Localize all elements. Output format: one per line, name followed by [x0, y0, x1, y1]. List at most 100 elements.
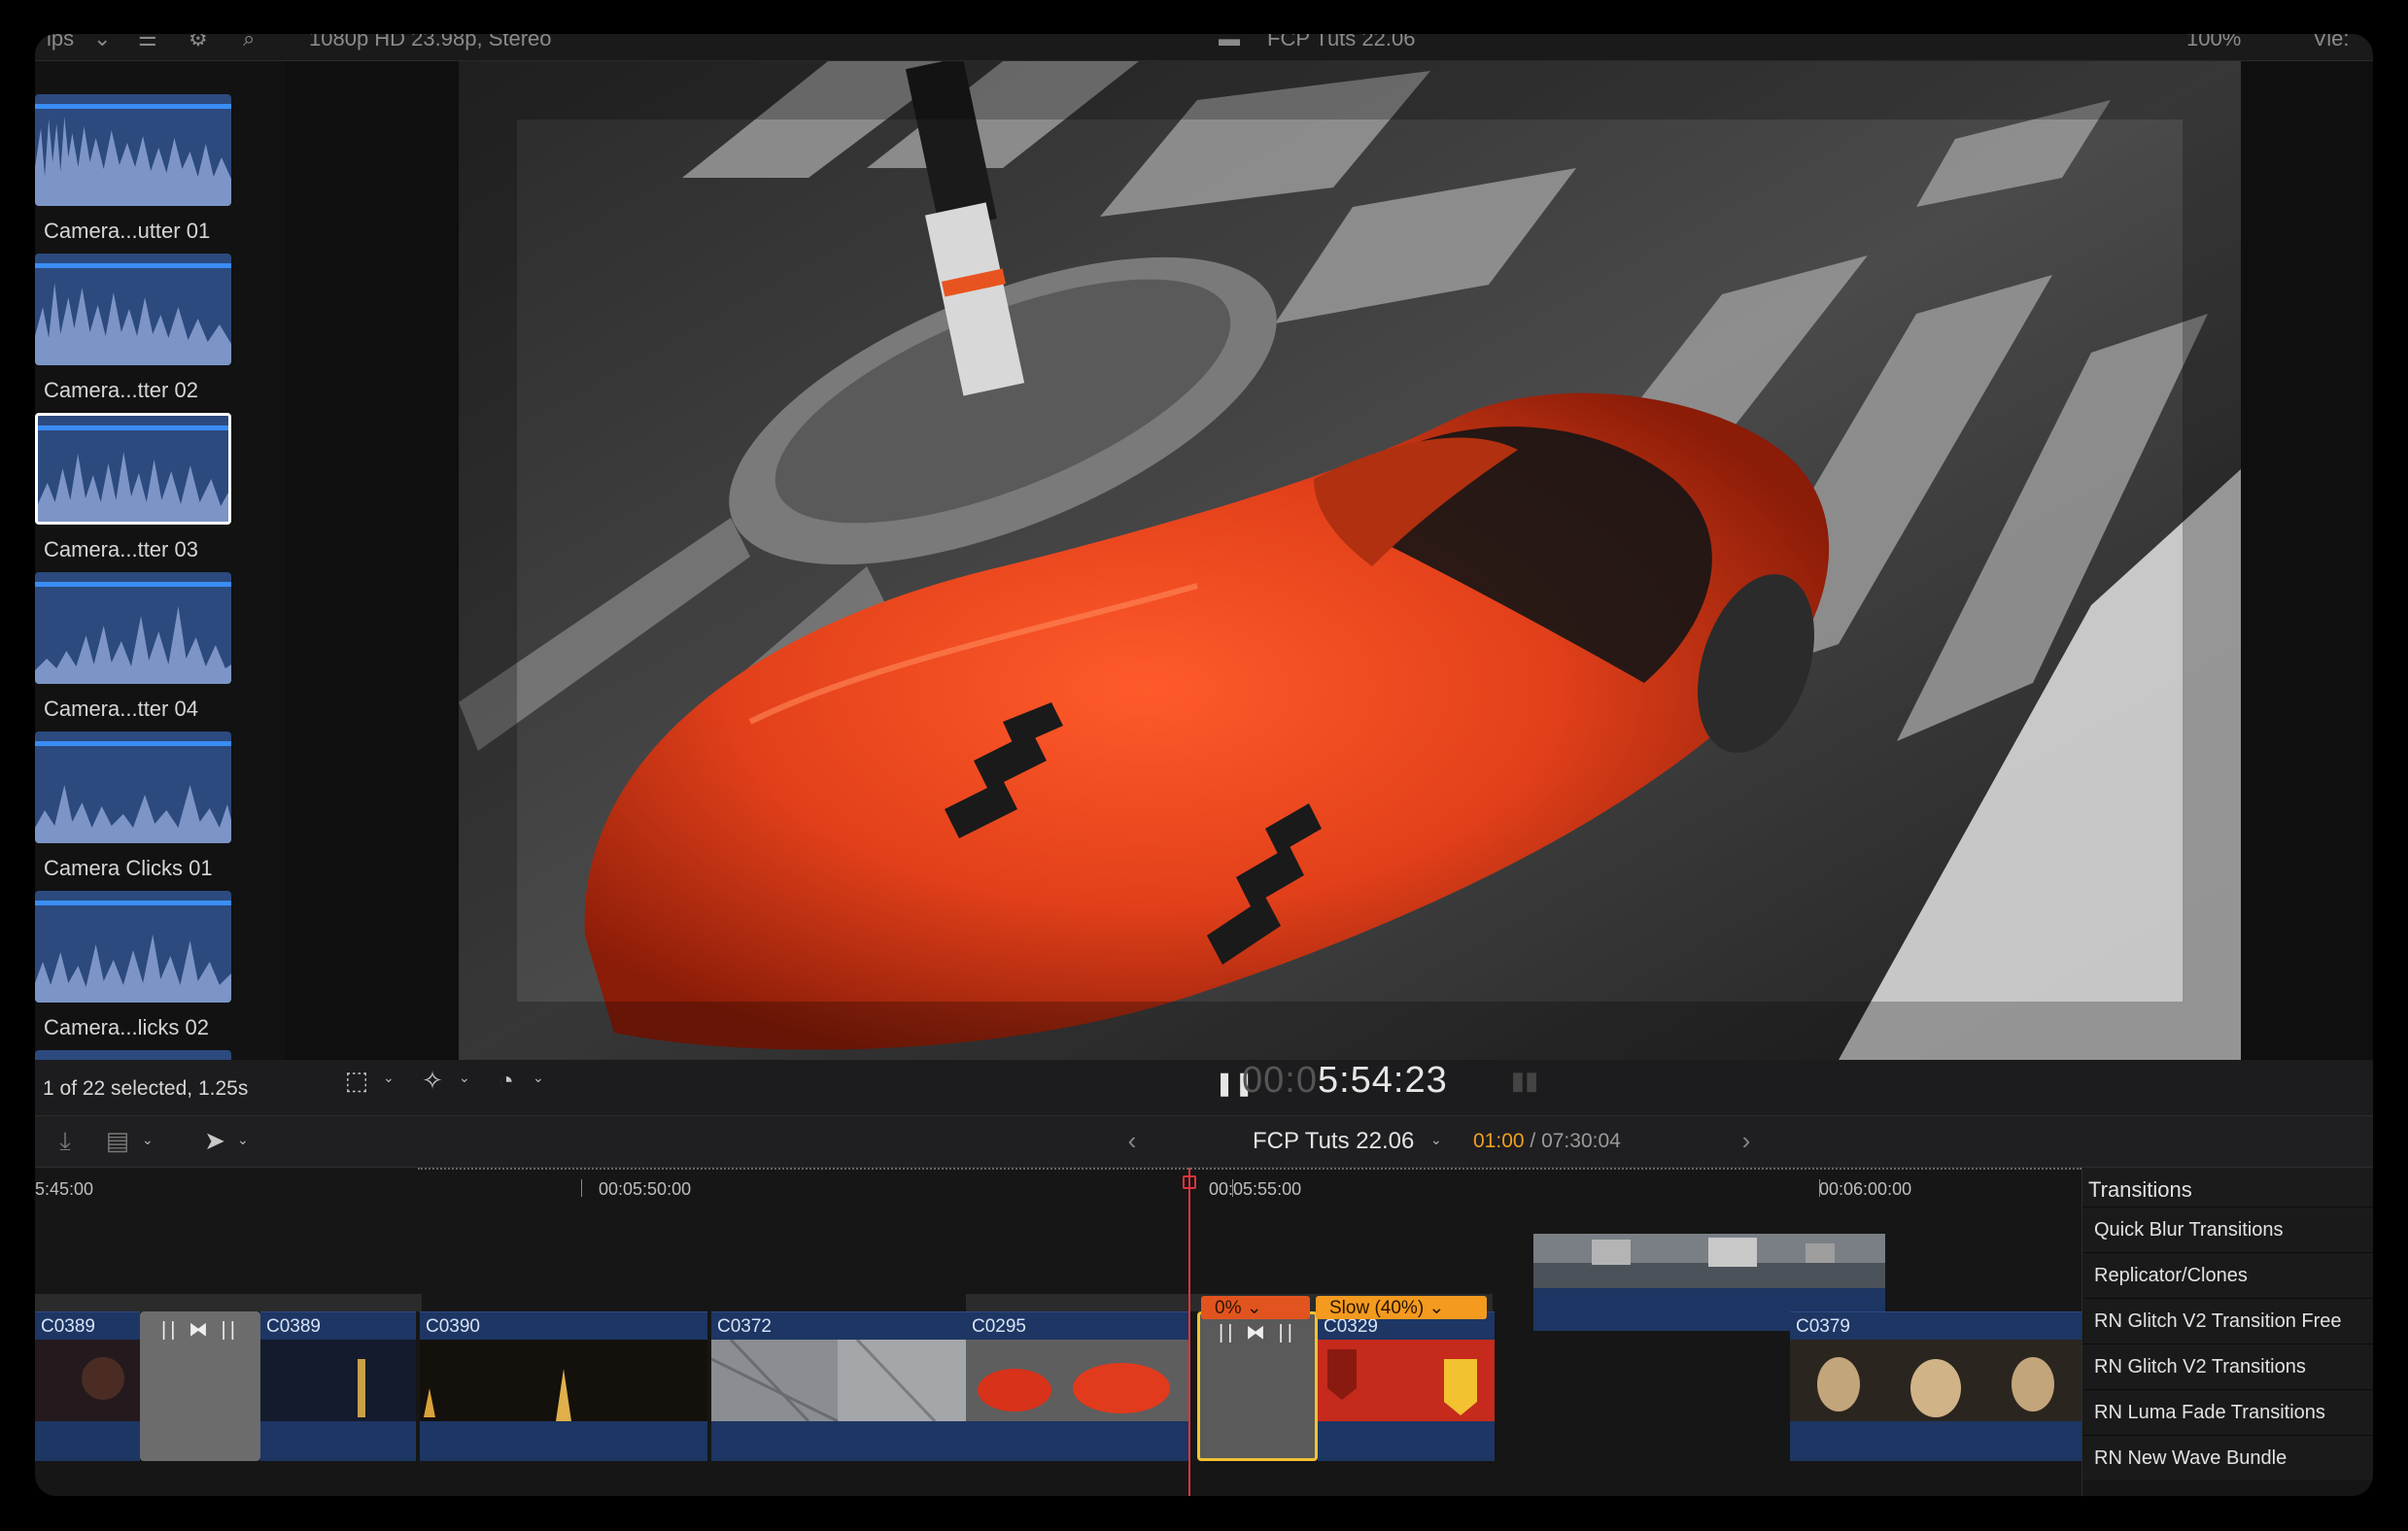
playhead[interactable] — [1188, 1168, 1190, 1496]
clip-filmstrip — [966, 1340, 1189, 1421]
timeline-clip[interactable]: C0329 — [1318, 1311, 1495, 1461]
magic-wand-icon[interactable]: ✧ — [416, 1066, 449, 1095]
current-time: 01:00 — [1473, 1130, 1525, 1152]
viewer-project-title: FCP Tuts 22.06 — [1267, 34, 1416, 51]
clip-name: C0372 — [717, 1316, 772, 1337]
timecode-display: 00:05:54:23 — [1242, 1060, 1448, 1102]
chevron-down-icon[interactable]: ⌄ — [237, 1132, 253, 1151]
clip-filmstrip — [711, 1340, 966, 1421]
transition[interactable]: || ⧓ || — [140, 1311, 260, 1461]
transform-icon[interactable]: ⬚ — [340, 1066, 373, 1095]
audio-waveform-thumbnail — [35, 891, 231, 1003]
chevron-down-icon[interactable]: ⌄ — [1430, 1132, 1446, 1151]
clip-label: Camera...licks 02 — [44, 1015, 209, 1039]
audio-waveform-thumbnail — [35, 94, 231, 206]
timeline[interactable]: 5:45:00 00:05:50:00 00:05:55:00 00:06:00… — [35, 1168, 2081, 1496]
back-arrow-icon[interactable]: ‹ — [1116, 1126, 1149, 1155]
viewer — [286, 61, 2373, 1060]
clip-filmstrip — [260, 1340, 416, 1421]
timeline-duration: 01:00 / 07:30:04 — [1473, 1130, 1621, 1153]
list-view-icon[interactable]: ☰ — [138, 34, 157, 51]
app-window: ips ⌄ ☰ ⚙ ⌕ 1080p HD 23.98p, Stereo ▬ FC… — [35, 34, 2373, 1496]
top-toolbar: ips ⌄ ☰ ⚙ ⌕ 1080p HD 23.98p, Stereo ▬ FC… — [35, 34, 2373, 61]
select-tool-icon[interactable]: ➤ — [198, 1126, 231, 1155]
transition-category[interactable]: RN Luma Fade Transitions — [2082, 1389, 2373, 1435]
ruler-label: 00:05:55:00 — [1209, 1179, 1302, 1199]
transition-icon: || ⧓ || — [1219, 1322, 1296, 1344]
chevron-down-icon[interactable]: ⌄ — [459, 1070, 474, 1089]
clip-filmstrip — [420, 1340, 707, 1421]
chevron-down-icon: ⌄ — [93, 34, 112, 51]
clip-label: Camera Clicks 01 — [44, 856, 213, 880]
audio-meter-icon[interactable]: ▮▮ — [1508, 1066, 1541, 1095]
speedometer-icon[interactable]: ◔ — [490, 1066, 523, 1095]
zoom-menu[interactable]: 100% — [2186, 34, 2241, 51]
timecode-prefix: 00:0 — [1242, 1060, 1318, 1101]
storyline-bar — [35, 1294, 422, 1311]
selection-status: 1 of 22 selected, 1.25s — [43, 1077, 249, 1100]
transition-category[interactable]: Replicator/Clones — [2082, 1252, 2373, 1298]
clip-label: Camera...tter 04 — [44, 697, 198, 721]
transition-category[interactable]: Quick Blur Transitions — [2082, 1207, 2373, 1252]
view-menu[interactable]: Vie: — [2313, 34, 2350, 51]
browser-menu[interactable]: ips — [47, 34, 74, 51]
ruler-tick — [581, 1179, 582, 1197]
browser-panel: Camera...utter 01 Camera...tter 02 Camer… — [35, 61, 286, 1060]
clip-name: C0389 — [41, 1316, 95, 1337]
playhead-handle[interactable] — [1183, 1175, 1196, 1189]
ruler-label: 00:05:50:00 — [599, 1179, 692, 1199]
transition-category[interactable]: RN New Wave Bundle — [2082, 1435, 2373, 1480]
clip-filmstrip — [1790, 1340, 2081, 1421]
timecode-value: 5:54:23 — [1317, 1060, 1448, 1101]
settings-icon[interactable]: ⚙ — [189, 34, 208, 51]
audio-waveform-thumbnail — [35, 731, 231, 843]
timeline-clip[interactable]: C0379 — [1790, 1311, 2081, 1461]
search-icon[interactable]: ⌕ — [243, 34, 255, 51]
film-icon: ▬ — [1219, 34, 1240, 51]
timeline-clip[interactable]: C0389 — [35, 1311, 140, 1461]
audio-waveform-thumbnail — [35, 254, 231, 365]
clip-name: C0390 — [426, 1316, 480, 1337]
chevron-down-icon[interactable]: ⌄ — [383, 1070, 398, 1089]
audio-waveform-thumbnail — [35, 413, 231, 525]
clip-label: Camera...utter 01 — [44, 219, 211, 243]
transitions-browser: Transitions Quick Blur Transitions Repli… — [2081, 1168, 2373, 1496]
clip-name: C0295 — [972, 1316, 1026, 1337]
timeline-ruler[interactable]: 5:45:00 00:05:50:00 00:05:55:00 00:06:00… — [35, 1168, 2081, 1199]
chevron-down-icon[interactable]: ⌄ — [142, 1132, 157, 1151]
viewer-controls: ⬚ ⌄ ✧ ⌄ ◔ ⌄ ❚❚ 00:05:54:23 ▮▮ — [286, 1060, 2373, 1101]
clip-name: C0329 — [1324, 1316, 1378, 1337]
timeline-clip[interactable]: C0390 — [420, 1311, 707, 1461]
clip-label: Camera...tter 02 — [44, 378, 198, 402]
format-info: 1080p HD 23.98p, Stereo — [309, 34, 552, 51]
clip-filmstrip — [1533, 1234, 1885, 1288]
ruler-label: 5:45:00 — [35, 1179, 94, 1199]
retime-segment[interactable]: 0% ⌄ — [1201, 1296, 1310, 1319]
transitions-title: Transitions — [2082, 1168, 2373, 1207]
audio-waveform-thumbnail — [35, 1050, 231, 1060]
audio-waveform-thumbnail — [35, 572, 231, 684]
timeline-clip[interactable]: C0372 — [711, 1311, 966, 1461]
ruler-label: 00:06:00:00 — [1819, 1179, 1912, 1199]
append-clip-icon[interactable]: ⤓ — [49, 1126, 82, 1155]
transition-category[interactable]: RN Glitch V2 Transitions — [2082, 1344, 2373, 1389]
timeline-project-name[interactable]: FCP Tuts 22.06 — [1253, 1128, 1414, 1155]
clip-filmstrip — [1318, 1340, 1495, 1421]
forward-arrow-icon[interactable]: › — [1730, 1126, 1763, 1155]
overwrite-clip-icon[interactable]: ▤ — [101, 1126, 134, 1155]
video-frame[interactable] — [459, 61, 2241, 1060]
clip-name: C0389 — [266, 1316, 321, 1337]
transition-category[interactable]: RN Glitch V2 Transition Free — [2082, 1298, 2373, 1344]
retime-segment[interactable]: Slow (40%) ⌄ — [1316, 1296, 1487, 1319]
timeline-clip[interactable]: C0295 — [966, 1311, 1189, 1461]
retime-label: 0% — [1215, 1298, 1242, 1318]
total-time: 07:30:04 — [1541, 1130, 1621, 1152]
timeline-clip[interactable]: C0389 — [260, 1311, 416, 1461]
chevron-down-icon[interactable]: ⌄ — [533, 1070, 548, 1089]
transition-selected[interactable]: || ⧓ || — [1197, 1311, 1318, 1461]
timeline-toolbar: ⤓ ▤ ⌄ ➤ ⌄ ‹ FCP Tuts 22.06 ⌄ 01:00 / 07:… — [35, 1115, 2373, 1168]
video-image — [459, 61, 2241, 1060]
clip-name: C0379 — [1796, 1316, 1850, 1337]
retime-label: Slow (40%) — [1329, 1298, 1425, 1318]
clip-label: Camera...tter 03 — [44, 537, 198, 561]
